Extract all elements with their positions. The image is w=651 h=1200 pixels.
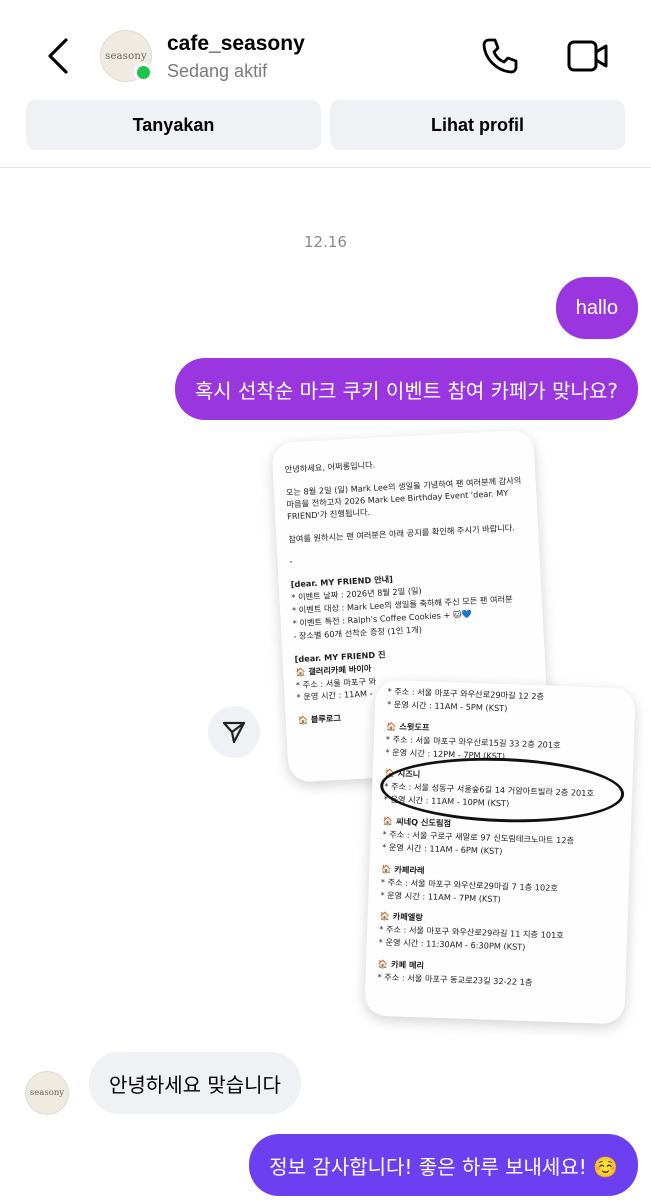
message-bubble-outgoing[interactable]: 혹시 선착순 마크 쿠키 이벤트 참여 카페가 맞나요?: [174, 358, 638, 420]
video-camera-icon: [567, 40, 608, 72]
message-text: hallo: [575, 296, 618, 319]
chevron-left-icon: [48, 38, 68, 74]
message-bubble-outgoing[interactable]: hallo: [555, 277, 638, 339]
activity-status: Sedang aktif: [167, 61, 268, 81]
ask-button[interactable]: Tanyakan: [26, 100, 321, 150]
message-text: 혹시 선착순 마크 쿠키 이벤트 참여 카페가 맞나요?: [194, 378, 618, 403]
avatar-logo-text: seasony: [105, 50, 147, 62]
chat-header: seasony cafe_seasony Sedang aktif Tanyak…: [0, 0, 651, 168]
date-separator: 12.16: [304, 233, 347, 251]
message-text: 정보 감사합니다! 좋은 하루 보내세요! ☺️: [269, 1154, 618, 1179]
sender-avatar[interactable]: seasony: [25, 1071, 69, 1115]
share-button[interactable]: [208, 706, 260, 758]
message-bubble-outgoing[interactable]: 정보 감사합니다! 좋은 하루 보내세요! ☺️: [249, 1134, 638, 1196]
send-icon: [222, 721, 246, 744]
message-bubble-incoming[interactable]: 안녕하세요 맞습니다: [89, 1052, 301, 1114]
call-button[interactable]: [480, 36, 520, 76]
shared-image-venue-list[interactable]: * 주소 : 서울 마포구 와우산로29마길 12 2층 * 운영 시간 : 1…: [364, 679, 636, 1025]
phone-icon: [482, 38, 518, 74]
online-status-dot: [134, 63, 153, 82]
view-profile-button[interactable]: Lihat profil: [330, 100, 625, 150]
message-text: 안녕하세요 맞습니다: [109, 1072, 281, 1097]
back-button[interactable]: [38, 36, 78, 76]
username[interactable]: cafe_seasony: [167, 32, 305, 56]
video-call-button[interactable]: [566, 36, 610, 76]
avatar-logo-text: seasony: [29, 1088, 65, 1098]
